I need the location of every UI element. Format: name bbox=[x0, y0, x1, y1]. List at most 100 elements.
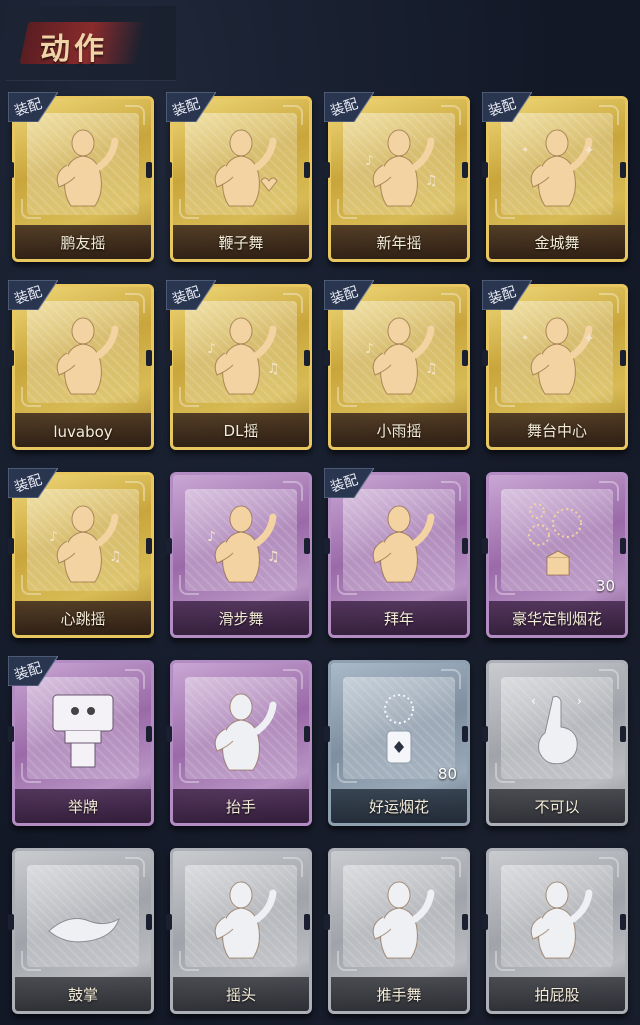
emote-card[interactable]: ♪ ♫ 心跳摇 装配 bbox=[7, 467, 154, 638]
emote-card[interactable]: ♪ ♫ 滑步舞 bbox=[166, 468, 312, 638]
card-corner-ornament bbox=[337, 575, 357, 595]
emote-card-frame: 80 好运烟花 bbox=[328, 660, 470, 826]
card-corner-ornament bbox=[441, 857, 461, 877]
title-plate: 动作 bbox=[6, 6, 176, 81]
emote-card[interactable]: 抬手 bbox=[166, 656, 312, 826]
card-corner-ornament bbox=[441, 481, 461, 501]
card-side-notch bbox=[620, 538, 626, 554]
emote-card[interactable]: 30 豪华定制烟花 bbox=[482, 468, 628, 638]
card-corner-ornament bbox=[179, 199, 199, 219]
card-corner-ornament bbox=[495, 951, 515, 971]
emote-card[interactable]: 拜年 装配 bbox=[323, 467, 470, 638]
card-side-notch bbox=[146, 162, 152, 178]
finger-no-icon: ‹ › bbox=[517, 689, 597, 771]
emote-card[interactable]: ✦ ✦ 金城舞 装配 bbox=[481, 91, 628, 262]
card-corner-ornament bbox=[283, 857, 303, 877]
sparkle-figure-icon: ✦ ✦ bbox=[517, 313, 597, 395]
emote-card[interactable]: ✦ ✦ 舞台中心 装配 bbox=[481, 279, 628, 450]
card-side-notch bbox=[324, 162, 330, 178]
emote-card[interactable]: luvaboy 装配 bbox=[7, 279, 154, 450]
emote-card[interactable]: 摇头 bbox=[166, 844, 312, 1014]
emote-card-frame: ‹ › 不可以 bbox=[486, 660, 628, 826]
card-side-notch bbox=[304, 162, 310, 178]
emote-card[interactable]: ♪ ♫ 小雨摇 装配 bbox=[323, 279, 470, 450]
equipped-badge: 装配 bbox=[323, 279, 375, 311]
emote-name: 好运烟花 bbox=[368, 798, 429, 816]
svg-text:›: › bbox=[577, 694, 582, 708]
card-side-notch bbox=[620, 726, 626, 742]
card-side-notch bbox=[8, 350, 14, 366]
emote-card-frame: ♪ ♫ 滑步舞 bbox=[170, 472, 312, 638]
fireworks-box-icon bbox=[517, 501, 597, 583]
card-corner-ornament bbox=[179, 951, 199, 971]
card-side-notch bbox=[324, 350, 330, 366]
emote-card[interactable]: 鹏友摇 装配 bbox=[7, 91, 154, 262]
card-side-notch bbox=[620, 162, 626, 178]
card-corner-ornament bbox=[283, 669, 303, 689]
card-side-notch bbox=[8, 726, 14, 742]
card-side-notch bbox=[462, 162, 468, 178]
card-side-notch bbox=[620, 350, 626, 366]
equipped-badge: 装配 bbox=[7, 655, 59, 687]
card-corner-ornament bbox=[125, 293, 145, 313]
svg-text:♪: ♪ bbox=[49, 529, 58, 545]
svg-text:✦: ✦ bbox=[583, 331, 595, 347]
card-side-notch bbox=[304, 726, 310, 742]
emote-card[interactable]: ♪ ♫ 新年摇 装配 bbox=[323, 91, 470, 262]
slide-dance-icon: ♪ ♫ bbox=[201, 501, 281, 583]
emote-name: 鹏友摇 bbox=[60, 234, 106, 252]
emote-card[interactable]: 推手舞 bbox=[324, 844, 470, 1014]
emote-name: 舞台中心 bbox=[526, 422, 587, 440]
emote-card[interactable]: 鼓掌 bbox=[8, 844, 154, 1014]
emote-name: 滑步舞 bbox=[218, 610, 264, 628]
card-corner-ornament bbox=[179, 575, 199, 595]
card-side-notch bbox=[462, 726, 468, 742]
emote-name: 新年摇 bbox=[376, 234, 422, 252]
card-side-notch bbox=[324, 914, 330, 930]
card-side-notch bbox=[166, 350, 172, 366]
card-side-notch bbox=[8, 914, 14, 930]
emote-name: 鞭子舞 bbox=[218, 234, 264, 252]
svg-text:♪: ♪ bbox=[365, 153, 374, 169]
heartbeat-dance-icon: ♪ ♫ bbox=[43, 501, 123, 583]
card-side-notch bbox=[462, 350, 468, 366]
equipped-badge: 装配 bbox=[165, 279, 217, 311]
svg-text:✦: ✦ bbox=[583, 143, 595, 159]
emote-name: 举牌 bbox=[67, 798, 98, 816]
svg-text:♫: ♫ bbox=[267, 549, 280, 565]
emote-card-frame: 推手舞 bbox=[328, 848, 470, 1014]
emote-card[interactable]: ‹ › 不可以 bbox=[482, 656, 628, 826]
card-corner-ornament bbox=[599, 669, 619, 689]
card-corner-ornament bbox=[125, 105, 145, 125]
equipped-badge: 装配 bbox=[165, 91, 217, 123]
equipped-badge: 装配 bbox=[7, 279, 59, 311]
card-side-notch bbox=[324, 726, 330, 742]
sign-holding-icon bbox=[43, 689, 123, 771]
card-corner-ornament bbox=[441, 669, 461, 689]
header: 动作 bbox=[6, 6, 632, 81]
emote-name: 小雨摇 bbox=[376, 422, 422, 440]
emote-card[interactable]: 拍屁股 bbox=[482, 844, 628, 1014]
card-corner-ornament bbox=[599, 857, 619, 877]
emote-card[interactable]: 80 好运烟花 bbox=[324, 656, 470, 826]
equipped-badge: 装配 bbox=[7, 467, 59, 499]
card-side-notch bbox=[304, 350, 310, 366]
music-dance-icon: ♪ ♫ bbox=[359, 125, 439, 207]
emote-name: 拜年 bbox=[383, 610, 414, 628]
equipped-badge: 装配 bbox=[323, 467, 375, 499]
card-corner-ornament bbox=[441, 105, 461, 125]
equipped-badge: 装配 bbox=[481, 91, 533, 123]
emote-name: DL摇 bbox=[223, 422, 259, 440]
emote-card[interactable]: 鞭子舞 装配 bbox=[165, 91, 312, 262]
arm-raise-icon: ♪ ♫ bbox=[201, 313, 281, 395]
emote-card[interactable]: ♪ ♫ DL摇 装配 bbox=[165, 279, 312, 450]
card-side-notch bbox=[482, 726, 488, 742]
clapping-hands-icon bbox=[43, 877, 123, 959]
card-side-notch bbox=[304, 538, 310, 554]
dance-figure-icon bbox=[43, 313, 123, 395]
emote-card[interactable]: 举牌 装配 bbox=[7, 655, 154, 826]
card-corner-ornament bbox=[125, 481, 145, 501]
card-corner-ornament bbox=[599, 481, 619, 501]
head-shake-icon bbox=[201, 877, 281, 959]
svg-text:✦: ✦ bbox=[521, 145, 529, 156]
